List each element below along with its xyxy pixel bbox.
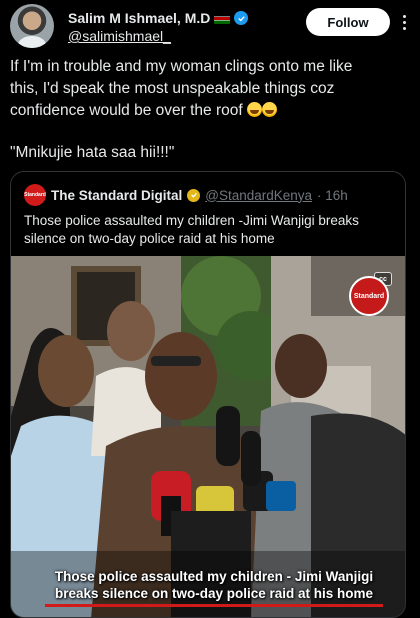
tweet-header: Salim M Ishmael, M.D @salimishmael_ Foll… — [10, 2, 410, 48]
quoted-author-handle[interactable]: @StandardKenya — [205, 188, 312, 203]
caption-underline-bar — [45, 604, 383, 607]
quoted-tweet-header: Standard The Standard Digital @StandardK… — [24, 184, 348, 206]
verified-badge-icon — [234, 11, 249, 25]
quoted-tweet[interactable]: Standard The Standard Digital @StandardK… — [10, 171, 406, 618]
author-display-name[interactable]: Salim M Ishmael, M.D — [68, 10, 210, 26]
author-avatar[interactable] — [10, 4, 54, 48]
quoted-author-name[interactable]: The Standard Digital — [51, 188, 182, 203]
quoted-text-line: Those police assaulted my children -Jimi… — [24, 213, 359, 228]
tweet-text-line: confidence would be over the roof — [10, 102, 243, 119]
gold-verified-badge-icon — [187, 188, 201, 202]
video-caption-line: breaks silence on two-day police raid at… — [54, 586, 374, 601]
tweet-text-line: If I'm in trouble and my woman clings on… — [10, 58, 353, 75]
author-name-row: Salim M Ishmael, M.D — [68, 10, 249, 26]
quoted-video-thumbnail[interactable]: cc Standard Those police assaulted my ch… — [11, 256, 405, 617]
grinning-sweat-emoji-icon — [246, 102, 262, 117]
quoted-author-avatar[interactable]: Standard — [24, 184, 46, 206]
quoted-text-line: silence on two-day police raid at his ho… — [24, 231, 275, 246]
kenya-flag-icon — [214, 12, 231, 24]
video-caption: Those police assaulted my children - Jim… — [44, 568, 384, 602]
tweet-quote-text: "Mnikujie hata saa hii!!!" — [10, 144, 175, 161]
tweet-text-line: this, I'd speak the most unspeakable thi… — [10, 80, 335, 97]
tweet-text-line-with-emoji: confidence would be over the roof — [10, 100, 390, 122]
video-caption-line: Those police assaulted my children - Jim… — [54, 569, 374, 584]
follow-button[interactable]: Follow — [306, 8, 390, 36]
quoted-tweet-text: Those police assaulted my children -Jimi… — [24, 212, 394, 248]
standard-logo: Standard — [349, 276, 389, 316]
press-scene-illustration — [11, 256, 405, 617]
more-options-icon[interactable] — [398, 8, 410, 36]
grinning-sweat-emoji-icon — [261, 102, 277, 117]
quoted-timestamp: · 16h — [317, 187, 348, 203]
tweet-text: If I'm in trouble and my woman clings on… — [10, 56, 390, 122]
tweet-card: Salim M Ishmael, M.D @salimishmael_ Foll… — [0, 0, 420, 618]
author-handle[interactable]: @salimishmael_ — [68, 28, 171, 44]
